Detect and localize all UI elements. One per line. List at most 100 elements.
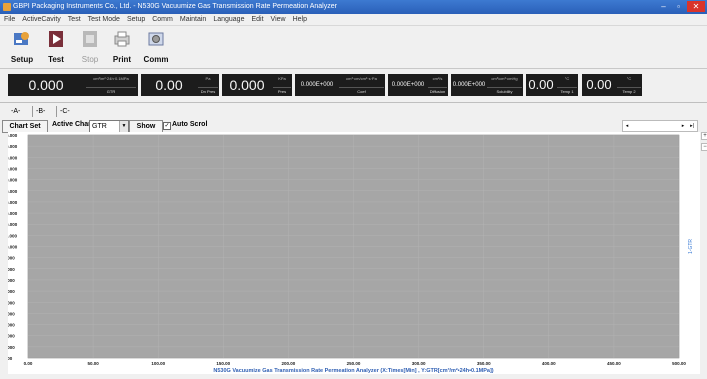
chart-side-tools: + −: [701, 132, 707, 154]
x-tick-label: 100.00: [151, 361, 165, 366]
menu-view[interactable]: View: [271, 16, 286, 23]
x-tick-label: 450.00: [607, 361, 621, 366]
close-button[interactable]: ✕: [687, 1, 705, 12]
y-tick-label: 20.000: [8, 334, 15, 339]
y-tick-label: 30.000: [8, 323, 15, 328]
readout-pres: 0.000 KPa Pres: [222, 74, 292, 96]
y-tick-label: 40.000: [8, 311, 15, 316]
comm-button[interactable]: Comm: [140, 30, 172, 64]
gtr-unit: cm³/m²·24h·0.1MPa: [93, 76, 129, 81]
x-tick-label: 200.00: [282, 361, 296, 366]
coef-name: Coef: [339, 87, 384, 94]
x-tick-label: 300.00: [412, 361, 426, 366]
gtr-value: 0.000: [28, 77, 64, 93]
cavity-tabs: -A- -B- -C-: [0, 105, 707, 118]
x-tick-label: 500.00: [672, 361, 686, 366]
x-tick-label: 0.00: [24, 361, 33, 366]
scroll-left-icon[interactable]: ◂: [623, 121, 631, 131]
zoom-out-icon[interactable]: −: [701, 143, 707, 151]
setup-icon: [14, 32, 29, 45]
app-icon: [3, 3, 11, 11]
dn-pres-name: Dn Pres: [198, 87, 218, 94]
readout-dn-pres: 0.00 Pa Dn Pres: [141, 74, 219, 96]
menu-file[interactable]: File: [4, 16, 15, 23]
temp1-unit: °C: [564, 76, 570, 81]
test-label: Test: [48, 55, 64, 64]
stop-button[interactable]: Stop: [74, 30, 106, 64]
readout-solubility: 0.000E+000 cm³/cm³·cmHg Solubility: [451, 74, 523, 96]
comm-label: Comm: [143, 55, 169, 64]
active-chart-label: Active Chart: [52, 121, 94, 128]
readout-diffusion: 0.000E+000 cm²/s Diffusion: [388, 74, 448, 96]
readout-coef: 0.000E+000 cm³·cm/cm²·s·Pa Coef: [295, 74, 385, 96]
menu-comm[interactable]: Comm: [152, 16, 173, 23]
pres-name: Pres: [273, 87, 291, 94]
menu-help[interactable]: Help: [293, 16, 307, 23]
y-tick-label: 170.000: [8, 166, 18, 171]
menu-bar: File ActiveCavity Test Test Mode Setup Comm Ma…: [0, 14, 707, 26]
menu-activecavity[interactable]: ActiveCavity: [22, 16, 61, 23]
setup-label: Setup: [10, 55, 34, 64]
auto-scroll-checkbox[interactable]: ✓: [163, 122, 171, 130]
y-tick-label: 130.000: [8, 211, 18, 216]
y-tick-label: 90.000: [8, 256, 15, 261]
temp2-name: Temp 2: [617, 87, 641, 94]
chart-title: N530G Vacuumize Gas Transmission Rate Pe…: [213, 367, 493, 374]
series-legend-label: 1-GTR: [688, 239, 694, 254]
tab-b[interactable]: -B-: [32, 106, 48, 117]
print-label: Print: [112, 55, 132, 64]
minimize-button[interactable]: –: [657, 1, 670, 12]
print-button[interactable]: Print: [106, 30, 138, 64]
temp1-value: 0.00: [528, 77, 554, 92]
diffusion-name: Diffusion: [428, 87, 447, 94]
horizontal-scrollbar[interactable]: ◂ ▸| ▸: [622, 120, 698, 132]
print-icon: [114, 31, 130, 47]
pres-value: 0.000: [229, 77, 265, 93]
scroll-right-icon[interactable]: ▸: [679, 121, 687, 131]
gtr-chart: 0.000 10.000 20.000 30.000 40.000 50.000 60.00…: [1, 132, 700, 374]
setup-button[interactable]: Setup: [6, 30, 38, 64]
maximize-button[interactable]: ▫: [672, 1, 685, 12]
stop-icon: [83, 31, 97, 47]
menu-edit[interactable]: Edit: [251, 16, 263, 23]
y-tick-label: 80.000: [8, 267, 15, 272]
x-tick-label: 400.00: [542, 361, 556, 366]
y-tick-label: 200.000: [8, 133, 18, 138]
menu-test[interactable]: Test: [68, 16, 81, 23]
menu-test-mode[interactable]: Test Mode: [88, 16, 120, 23]
dn-pres-unit: Pa: [205, 76, 211, 81]
readout-panel: 0.000 cm³/m²·24h·0.1MPa GTR 0.00 Pa Dn P…: [0, 69, 707, 103]
coef-value: 0.000E+000: [300, 82, 334, 88]
x-tick-label: 150.00: [216, 361, 230, 366]
readout-temp2: 0.00 °C Temp 2: [582, 74, 642, 96]
temp1-name: Temp 1: [557, 87, 577, 94]
y-tick-label: 60.000: [8, 289, 15, 294]
tab-a[interactable]: -A-: [8, 106, 23, 117]
diffusion-value: 0.000E+000: [391, 82, 425, 88]
zoom-in-icon[interactable]: +: [701, 132, 707, 140]
y-tick-label: 180.000: [8, 155, 18, 160]
y-tick-label: 10.000: [8, 345, 15, 350]
gtr-name: GTR: [86, 87, 136, 94]
tab-c[interactable]: -C-: [56, 106, 73, 117]
solubility-unit: cm³/cm³·cmHg: [491, 76, 518, 81]
stop-label: Stop: [81, 55, 99, 64]
x-tick-label: 350.00: [477, 361, 491, 366]
pres-unit: KPa: [278, 76, 286, 81]
solubility-value: 0.000E+000: [452, 82, 486, 88]
active-chart-value: GTR: [92, 123, 107, 130]
y-tick-label: 110.000: [8, 233, 18, 238]
menu-language[interactable]: Language: [213, 16, 244, 23]
y-tick-label: 0.000: [8, 356, 13, 361]
coef-unit: cm³·cm/cm²·s·Pa: [346, 76, 377, 81]
menu-maintain[interactable]: Maintain: [180, 16, 206, 23]
scroll-end-icon[interactable]: ▸|: [687, 121, 697, 131]
menu-setup[interactable]: Setup: [127, 16, 145, 23]
y-tick-label: 50.000: [8, 300, 15, 305]
test-button[interactable]: Test: [40, 30, 72, 64]
y-tick-label: 120.000: [8, 222, 18, 227]
chart-canvas: 0.000 10.000 20.000 30.000 40.000 50.000 60.00…: [1, 133, 694, 374]
comm-icon: [148, 32, 164, 46]
y-tick-label: 190.000: [8, 144, 18, 149]
chart-controls: Chart Set Active Chart GTR ▼ Show Full ✓…: [0, 119, 707, 141]
